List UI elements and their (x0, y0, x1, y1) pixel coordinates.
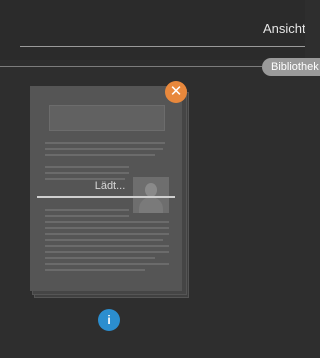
text-line (45, 209, 129, 211)
text-line (45, 154, 155, 156)
text-line (45, 148, 163, 150)
close-icon: ✕ (169, 83, 183, 100)
close-button[interactable]: ✕ (165, 81, 187, 103)
tab-divider (0, 66, 262, 67)
top-bar: Ansicht (0, 0, 305, 60)
text-line (45, 166, 129, 168)
info-button[interactable]: i (98, 309, 120, 331)
text-line (45, 215, 129, 217)
text-line (45, 251, 169, 253)
text-line (45, 257, 155, 259)
top-divider (20, 46, 305, 47)
text-line (45, 239, 163, 241)
text-line (45, 245, 169, 247)
text-line (45, 233, 169, 235)
loading-progress-line (37, 196, 175, 198)
text-line (45, 263, 169, 265)
document-header-block (49, 105, 165, 131)
text-line (45, 142, 165, 144)
info-icon: i (107, 313, 111, 327)
text-line (45, 221, 169, 223)
text-line (45, 172, 129, 174)
tab-library[interactable]: Bibliothek (262, 58, 320, 76)
text-line (45, 227, 169, 229)
loading-label: Lädt... (94, 180, 126, 192)
text-line (45, 269, 145, 271)
view-menu-label[interactable]: Ansicht (263, 20, 305, 38)
